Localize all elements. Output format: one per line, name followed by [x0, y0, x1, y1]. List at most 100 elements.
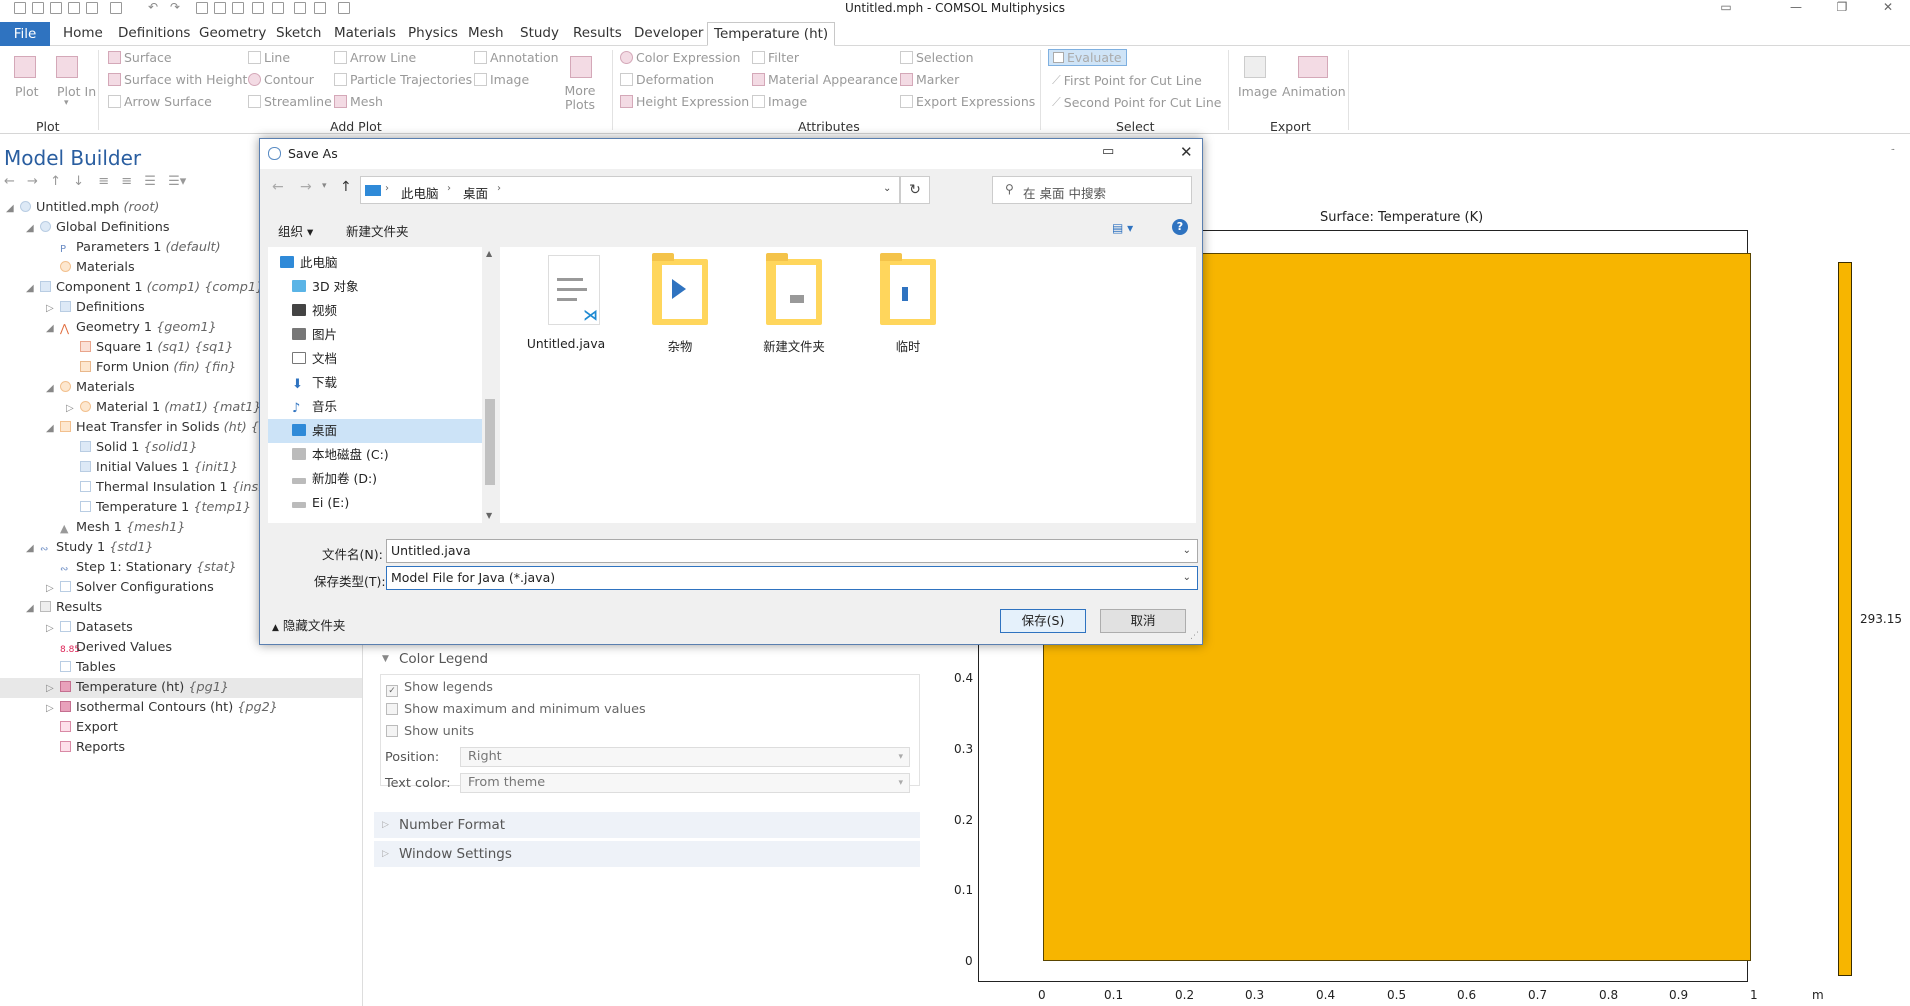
tree-node-geometry[interactable]: ◢ ⋀ Geometry 1 {geom1} [46, 318, 217, 338]
tree-node-isothermal-contours[interactable]: ▷ Isothermal Contours (ht) {pg2} [46, 698, 278, 718]
nav-documents[interactable]: 文档 [268, 347, 482, 371]
nav-scrollbar[interactable]: ▲ ▼ [482, 247, 498, 523]
new-folder-button[interactable]: 新建文件夹 [346, 221, 409, 240]
tree-node-temperature-ht[interactable]: ▷ Temperature (ht) {pg1} [0, 678, 362, 698]
nav-pictures[interactable]: 图片 [268, 323, 482, 347]
tree-node-datasets[interactable]: ▷ Datasets [46, 618, 133, 638]
tab-file[interactable]: File [0, 22, 50, 46]
surface-button[interactable]: Surface [108, 50, 172, 65]
tree-node-component[interactable]: ◢ Component 1 (comp1) {comp1} [26, 278, 264, 298]
tree-icon[interactable]: ☰ [144, 174, 156, 189]
particle-trajectories-button[interactable]: Particle Trajectories [334, 72, 472, 87]
search-input[interactable]: ⚲ 在 桌面 中搜索 [992, 176, 1192, 204]
image-plot-button[interactable]: Image [474, 72, 529, 87]
color-legend-section[interactable]: ▼ Color Legend [374, 646, 920, 672]
resize-grip-icon[interactable]: ⋰ [1190, 631, 1199, 641]
address-chevron-icon[interactable]: ⌄ [883, 183, 891, 194]
nav-downloads[interactable]: ⬇ 下载 [268, 371, 482, 395]
tree-node-square[interactable]: Square 1 (sq1) {sq1} [66, 338, 234, 358]
plot-in-button[interactable]: Plot In [57, 84, 96, 99]
scrollbar-thumb[interactable] [485, 399, 495, 485]
tree-node-study[interactable]: ◢ ∾ Study 1 {std1} [26, 538, 153, 558]
streamline-button[interactable]: Streamline [248, 94, 332, 109]
window-settings-section[interactable]: ▷ Window Settings [374, 841, 920, 867]
tree-node-solid[interactable]: Solid 1 {solid1} [66, 438, 198, 458]
arrow-line-button[interactable]: Arrow Line [334, 50, 416, 65]
folder-item[interactable]: 杂物 [632, 247, 728, 377]
animation-button[interactable]: Animation [1282, 84, 1346, 99]
collapse-icon[interactable]: ≡ [121, 174, 132, 189]
tab-temperature-ht[interactable]: Temperature (ht) [707, 22, 836, 46]
tree-node-definitions[interactable]: ▷ Definitions [46, 298, 145, 318]
text-color-select[interactable]: From theme ▾ [460, 773, 910, 793]
back-icon[interactable]: ← [272, 179, 284, 195]
arrow-down-icon[interactable]: ↓ [73, 174, 84, 189]
plot-button[interactable]: Plot [15, 84, 39, 99]
expand-icon[interactable]: ≡ [98, 174, 109, 189]
annotation-button[interactable]: Annotation [474, 50, 559, 65]
tree-node-material-1[interactable]: ▷ Material 1 (mat1) {mat1} [66, 398, 262, 418]
nav-this-pc[interactable]: 此电脑 [268, 251, 482, 275]
scroll-up-icon[interactable]: ▲ [486, 249, 492, 258]
second-point-cut-line-button[interactable]: ⟋ Second Point for Cut Line [1052, 94, 1222, 110]
tree-node-materials[interactable]: ◢ Materials [46, 378, 135, 398]
nav-music[interactable]: ♪ 音乐 [268, 395, 482, 419]
show-maxmin-checkbox[interactable]: Show maximum and minimum values [386, 702, 646, 717]
filename-input[interactable]: Untitled.java ⌄ [386, 539, 1198, 563]
selection-button[interactable]: Selection [900, 50, 974, 65]
hide-folders-toggle[interactable]: ▲ 隐藏文件夹 [272, 615, 345, 634]
scroll-down-icon[interactable]: ▼ [486, 511, 492, 520]
tab-developer[interactable]: Developer [634, 24, 703, 44]
tab-home[interactable]: Home [63, 24, 103, 44]
image-attribute-button[interactable]: Image [752, 94, 807, 109]
file-item[interactable]: ⋊ Untitled.java [518, 247, 614, 377]
deformation-button[interactable]: Deformation [620, 72, 714, 87]
address-bar[interactable]: › 此电脑 › 桌面 › ⌄ [360, 176, 900, 204]
material-appearance-button[interactable]: Material Appearance [752, 72, 898, 87]
number-format-section[interactable]: ▷ Number Format [374, 812, 920, 838]
filetype-select[interactable]: Model File for Java (*.java) ⌄ [386, 566, 1198, 590]
tab-definitions[interactable]: Definitions [118, 24, 190, 44]
mesh-plot-button[interactable]: Mesh [334, 94, 383, 109]
tab-study[interactable]: Study [520, 24, 559, 44]
nav-drive-d[interactable]: 新加卷 (D:) [268, 467, 482, 491]
tree-node-root[interactable]: ◢ Untitled.mph (root) [6, 198, 159, 218]
recent-chevron-icon[interactable]: ▾ [322, 181, 327, 191]
help-icon[interactable]: ? [1172, 219, 1188, 235]
tab-geometry[interactable]: Geometry [199, 24, 266, 44]
close-dialog-icon[interactable]: ✕ [1180, 143, 1193, 161]
breadcrumb-desktop[interactable]: 桌面 [463, 183, 488, 202]
filter-button[interactable]: Filter [752, 50, 799, 65]
contour-button[interactable]: Contour [248, 72, 314, 87]
line-button[interactable]: Line [248, 50, 290, 65]
nav-videos[interactable]: 视频 [268, 299, 482, 323]
height-expression-button[interactable]: Height Expression [620, 94, 749, 109]
tree-node-thermal-insulation[interactable]: Thermal Insulation 1 {ins1} [66, 478, 274, 498]
tree-node-step-stationary[interactable]: ∾ Step 1: Stationary {stat} [46, 558, 237, 578]
evaluate-button[interactable]: Evaluate [1048, 49, 1127, 66]
refresh-button[interactable]: ↻ [900, 176, 930, 204]
nav-3d-objects[interactable]: 3D 对象 [268, 275, 482, 299]
tree-node-mesh[interactable]: ▲ Mesh 1 {mesh1} [46, 518, 186, 538]
close-window-icon[interactable]: ✕ [1868, 0, 1908, 18]
nav-drive-c[interactable]: 本地磁盘 (C:) [268, 443, 482, 467]
tree-node-parameters[interactable]: P Parameters 1 (default) [46, 238, 221, 258]
tree-node-reports[interactable]: Reports [46, 738, 125, 758]
help-window-icon[interactable]: ▭ [1706, 0, 1746, 18]
tree-node-export[interactable]: Export [46, 718, 118, 738]
tree-node-initial-values[interactable]: Initial Values 1 {init1} [66, 458, 238, 478]
view-options-icon[interactable]: ▤ ▾ [1112, 221, 1133, 235]
arrow-up-icon[interactable]: ↑ [50, 174, 61, 189]
save-button[interactable]: 保存(S) [1000, 609, 1086, 633]
tree-node-solver-configurations[interactable]: ▷ Solver Configurations [46, 578, 214, 598]
arrow-left-icon[interactable]: ← [4, 174, 15, 189]
tree-node-tables[interactable]: Tables [46, 658, 116, 678]
color-expression-button[interactable]: Color Expression [620, 50, 740, 65]
tree-node-global-materials[interactable]: Materials [46, 258, 135, 278]
tree-node-form-union[interactable]: Form Union (fin) {fin} [66, 358, 236, 378]
first-point-cut-line-button[interactable]: ⟋ First Point for Cut Line [1052, 72, 1202, 88]
tree-node-global-definitions[interactable]: ◢ Global Definitions [26, 218, 170, 238]
tab-materials[interactable]: Materials [334, 24, 396, 44]
show-legends-checkbox[interactable]: ✓ Show legends [386, 680, 493, 697]
minimize-icon[interactable]: — [1776, 0, 1816, 18]
